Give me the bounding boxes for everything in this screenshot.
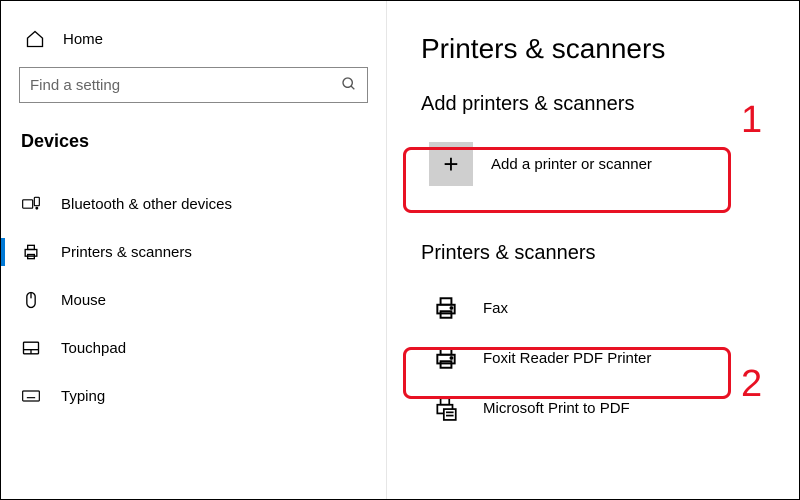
page-title: Printers & scanners <box>421 33 799 65</box>
home-label: Home <box>63 31 103 48</box>
printer-device-icon <box>429 343 463 373</box>
sidebar-item-typing[interactable]: Typing <box>1 372 386 420</box>
plus-icon: + <box>429 142 473 186</box>
touchpad-icon <box>21 338 41 358</box>
printers-section-title: Printers & scanners <box>421 242 799 265</box>
printer-item-ms-pdf[interactable]: Microsoft Print to PDF <box>421 383 751 433</box>
printer-device-icon <box>429 293 463 323</box>
printer-list: Fax Foxit Reader PDF Printer <box>421 283 799 433</box>
sidebar-heading: Devices <box>1 127 386 180</box>
printer-item-fax[interactable]: Fax <box>421 283 751 333</box>
sidebar-item-mouse[interactable]: Mouse <box>1 276 386 324</box>
pdf-printer-icon <box>429 393 463 423</box>
sidebar-item-bluetooth[interactable]: Bluetooth & other devices <box>1 180 386 228</box>
sidebar-item-label: Printers & scanners <box>61 244 192 261</box>
printer-label: Foxit Reader PDF Printer <box>483 350 651 367</box>
sidebar-item-touchpad[interactable]: Touchpad <box>1 324 386 372</box>
printer-item-foxit[interactable]: Foxit Reader PDF Printer <box>421 333 751 383</box>
sidebar-item-label: Typing <box>61 388 105 405</box>
search-field-wrap[interactable] <box>19 67 368 103</box>
add-section-title: Add printers & scanners <box>421 93 799 116</box>
sidebar-item-label: Mouse <box>61 292 106 309</box>
sidebar-item-label: Bluetooth & other devices <box>61 196 232 213</box>
search-input[interactable] <box>30 77 341 94</box>
search-icon <box>341 76 357 95</box>
printer-icon <box>21 242 41 262</box>
printer-label: Microsoft Print to PDF <box>483 400 630 417</box>
bluetooth-devices-icon <box>21 194 41 214</box>
add-printer-button[interactable]: + Add a printer or scanner <box>421 134 751 194</box>
home-icon <box>25 29 45 49</box>
sidebar-item-printers[interactable]: Printers & scanners <box>1 228 386 276</box>
sidebar-item-label: Touchpad <box>61 340 126 357</box>
home-nav[interactable]: Home <box>1 23 386 67</box>
settings-sidebar: Home Devices Bluetooth & other devices <box>1 1 387 499</box>
mouse-icon <box>21 290 41 310</box>
content-panel: Printers & scanners Add printers & scann… <box>387 1 799 499</box>
add-printer-label: Add a printer or scanner <box>491 156 652 173</box>
keyboard-icon <box>21 386 41 406</box>
printer-label: Fax <box>483 300 508 317</box>
